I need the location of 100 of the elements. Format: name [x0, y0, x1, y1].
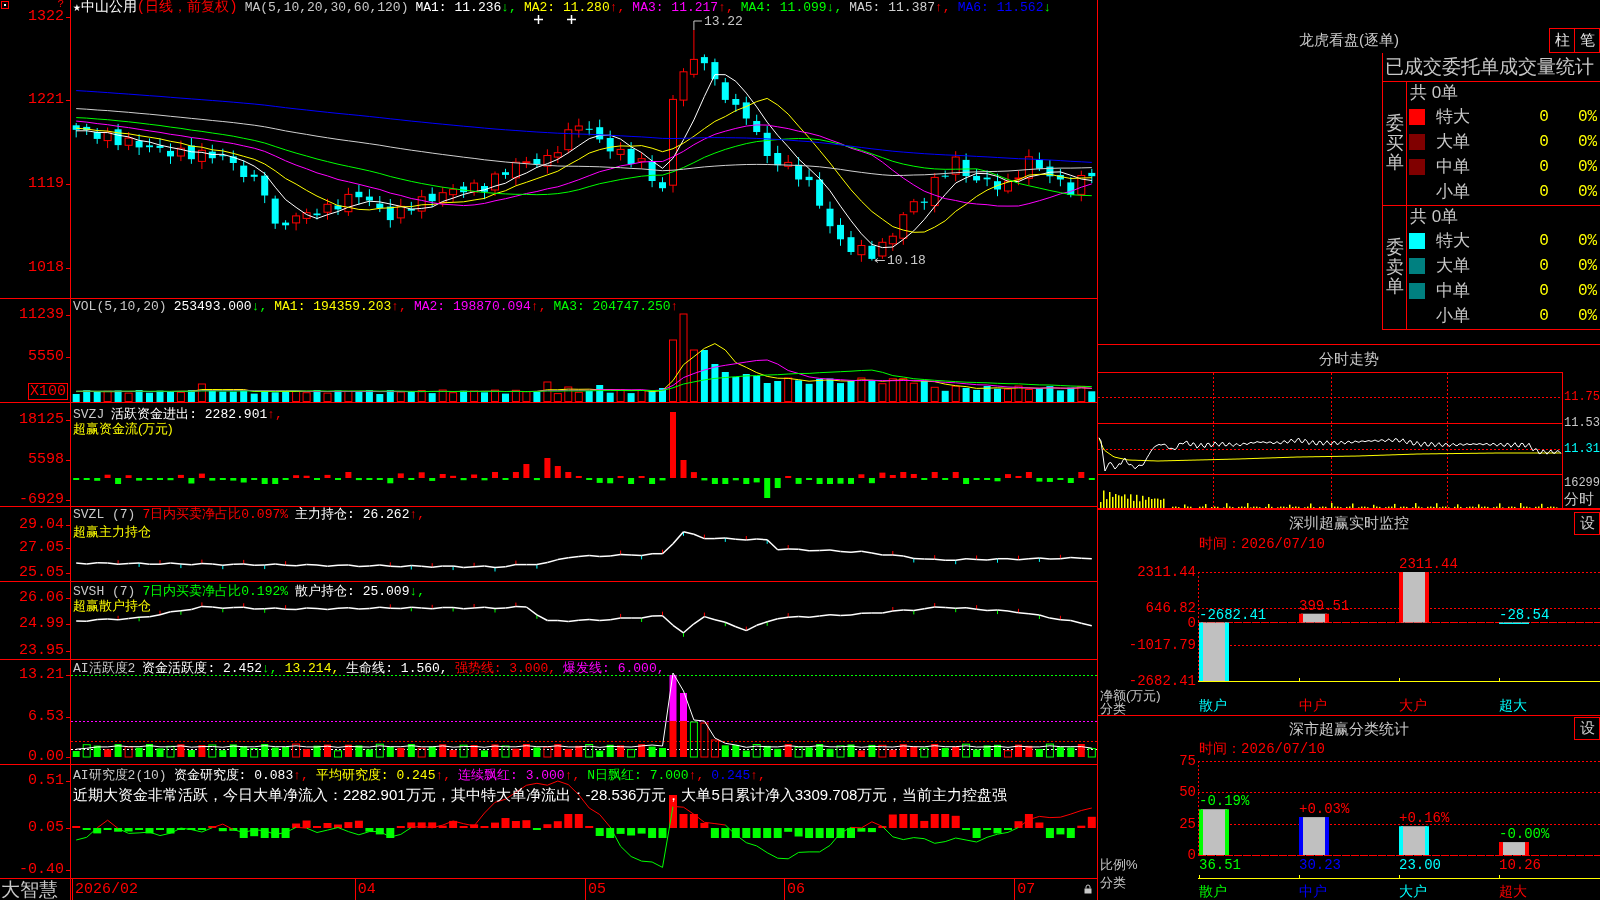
- indicator-title: 超赢散户持仓: [73, 598, 151, 613]
- indicator-value: N日飘红: 7.000: [587, 768, 689, 783]
- order-size-label: 特大: [1436, 106, 1471, 127]
- trend-arrow: ↑,: [750, 768, 766, 783]
- indicator-name: SVSH (7): [73, 584, 136, 599]
- indicator-value: MA3: 11.217: [632, 0, 719, 15]
- indicator-value: MA6: 11.562: [957, 0, 1044, 15]
- category-label: 散户: [1199, 698, 1227, 712]
- axis-title: 净额(万元): [1100, 689, 1161, 702]
- order-size-label: 小单: [1436, 305, 1471, 326]
- axis-label: 13.21: [19, 667, 64, 683]
- indicator-value: MA3: 204747.250: [553, 299, 671, 314]
- indicator-value: 资金活跃度: 2.452: [142, 661, 262, 676]
- axis-label: 1322: [28, 9, 64, 25]
- date-label: 07: [1017, 881, 1036, 898]
- order-share: 0%: [1578, 156, 1598, 177]
- table-heading: 已成交委托单成交量统计: [1383, 53, 1600, 82]
- category-label: 散户: [1199, 884, 1227, 898]
- indicator-value: 0.245: [711, 768, 751, 783]
- indicator-title: 超赢主力持仓: [73, 524, 151, 539]
- axis-label: -1017.79: [1128, 637, 1196, 652]
- value-label: 23.00: [1399, 858, 1441, 872]
- category-label: 大户: [1399, 698, 1427, 712]
- order-share: 0%: [1578, 255, 1598, 276]
- trend-arrow: ↑,: [435, 768, 452, 783]
- value-label: 30.23: [1299, 858, 1341, 872]
- order-size-label: 小单: [1436, 181, 1471, 202]
- group-total: 共 0单: [1410, 83, 1459, 103]
- trend-arrow: ↑,: [609, 0, 626, 15]
- indicator-value: 7日内买卖净占比0.192%: [142, 584, 289, 599]
- brand-label: 大智慧: [1, 879, 58, 900]
- volume-label: 16299: [1564, 476, 1600, 490]
- category-label: 超大: [1499, 698, 1527, 712]
- axis-label: 1221: [28, 92, 64, 108]
- trend-arrow: ↑,: [564, 768, 581, 783]
- trend-arrow: ↓,: [251, 299, 268, 314]
- axis-label: 25: [1179, 816, 1196, 831]
- axis-label: 0.00: [28, 749, 64, 765]
- trend-arrow: ↓,: [262, 661, 278, 676]
- timestamp: 时间：2026/07/10: [1199, 534, 1325, 554]
- unit-label: X100: [28, 383, 68, 400]
- price-label: 11.75: [1564, 390, 1600, 404]
- value-label: 399.51: [1299, 598, 1350, 613]
- axis-label: -2682.41: [1128, 674, 1196, 688]
- axis-label: 18125: [19, 412, 64, 428]
- category-label: 中户: [1299, 698, 1327, 712]
- value-label: 2311.44: [1399, 557, 1458, 571]
- chart-mode: (日线，前复权): [136, 0, 238, 15]
- value-label: -28.54: [1499, 607, 1550, 622]
- value-label: -2682.41: [1199, 607, 1267, 622]
- indicator-value: MA1: 194359.203: [274, 299, 392, 314]
- category-label: 大户: [1399, 884, 1427, 898]
- timestamp: 时间：2026/07/10: [1199, 740, 1325, 759]
- axis-title: 分类: [1100, 876, 1126, 889]
- order-size-label: 中单: [1436, 156, 1471, 177]
- group-label: 委买单: [1385, 113, 1404, 174]
- axis-label: 646.82: [1145, 601, 1196, 616]
- axis-label: 25.05: [19, 565, 64, 581]
- change-label: +0.16%: [1399, 811, 1450, 826]
- order-size-label: 特大: [1436, 230, 1471, 251]
- change-label: +0.03%: [1299, 802, 1350, 817]
- trend-arrow: ↓,: [501, 0, 517, 15]
- indicator-name: AI研究度2(10): [73, 768, 167, 783]
- indicator-value: 散户持仓: 25.009: [295, 584, 410, 599]
- indicator-value: MA1: 11.236: [415, 0, 502, 15]
- order-share: 0%: [1578, 280, 1598, 301]
- date-label: 04: [357, 881, 376, 898]
- value-label: 10.26: [1499, 858, 1541, 872]
- axis-title: 分类: [1100, 702, 1126, 715]
- date-label: 05: [588, 881, 606, 898]
- trend-arrow: ↑,: [688, 768, 705, 783]
- indicator-value: 生命线: 1.560,: [346, 661, 448, 676]
- order-count: 0: [1538, 280, 1550, 301]
- category-label: 中户: [1299, 884, 1327, 898]
- trend-arrow: ↑: [670, 299, 679, 314]
- order-size-label: 大单: [1436, 255, 1471, 276]
- indicator-value: MA2: 11.280: [523, 0, 610, 15]
- order-share: 0%: [1578, 106, 1598, 127]
- axis-label: 0.51: [28, 773, 64, 789]
- indicator-value: 主力持仓: 26.262: [295, 507, 410, 522]
- order-count: 0: [1538, 131, 1550, 152]
- trend-arrow: ↑,: [935, 0, 951, 15]
- axis-label: 11239: [19, 307, 64, 323]
- order-share: 0%: [1578, 131, 1598, 152]
- indicator-name: AI活跃度2: [73, 661, 136, 676]
- axis-label: 27.05: [19, 540, 64, 556]
- axis-label: 1119: [28, 176, 64, 192]
- trend-arrow: ↓,: [409, 584, 426, 599]
- indicator-value: 强势线: 3.000,: [454, 661, 557, 676]
- indicator-value: MA5: 11.387: [849, 0, 936, 15]
- order-count: 0: [1538, 106, 1550, 127]
- axis-label: -0.40: [19, 862, 64, 878]
- panel-title: 分时走势: [1319, 349, 1379, 368]
- axis-label: 5598: [28, 452, 64, 468]
- order-count: 0: [1538, 255, 1550, 276]
- change-label: -0.19%: [1199, 794, 1250, 809]
- axis-label: 24.99: [19, 616, 64, 632]
- axis-label: 23.95: [19, 643, 64, 659]
- axis-label: 75: [1179, 754, 1196, 768]
- indicator-name: MA(5,10,20,30,60,120): [244, 0, 409, 15]
